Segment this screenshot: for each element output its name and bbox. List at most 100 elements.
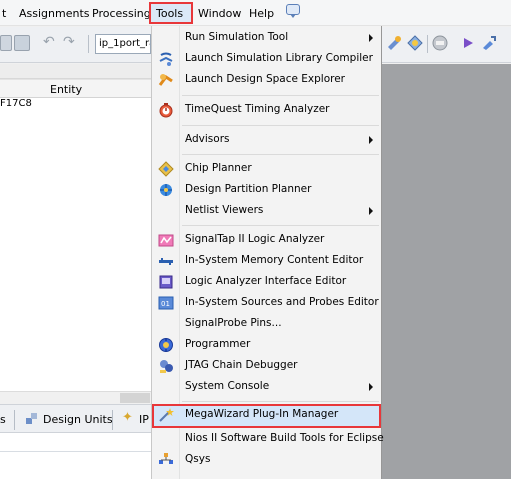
start-icon[interactable] [460,35,476,51]
menu-item-label: Logic Analyzer Interface Editor [185,275,347,287]
programmer-icon [158,337,174,353]
menu-item-megawizard-plug-in-manager[interactable]: MegaWizard Plug-In Manager [152,404,381,428]
menu-assignments[interactable]: Assignments [19,7,90,20]
entity-row-value: F17C8 [0,98,32,109]
divider [0,451,151,452]
menu-item-label: In-System Memory Content Editor [185,254,364,266]
menu-item-label: Netlist Viewers [185,204,264,216]
menu-item-design-partition-planner[interactable]: Design Partition Planner [152,179,381,201]
menu-item-nios-ii-software-build-tools[interactable]: Nios II Software Build Tools for Eclipse [152,428,384,450]
menu-help[interactable]: Help [249,7,274,20]
stopwatch-icon [158,102,174,118]
menu-item-in-system-memory-content-editor[interactable]: In-System Memory Content Editor [152,250,381,272]
menu-item-advisors[interactable]: Advisors [152,129,381,151]
analysis-synthesis-icon[interactable] [407,35,423,51]
redo-icon[interactable]: ↷ [63,34,75,50]
menu-item-qsys[interactable]: Qsys [152,449,381,471]
netlist-viewer-icon[interactable] [481,35,497,51]
entity-column-header[interactable]: Entity [0,79,151,98]
navigator-tab-strip: s Design Units ✦ IP [0,404,151,433]
workspace-background [382,64,511,479]
tab-ip-components[interactable]: IP [139,413,149,432]
sources-probes-icon: 01 [158,295,174,311]
menu-item-label: SignalProbe Pins... [185,317,282,329]
menu-tools[interactable]: Tools [149,2,193,24]
submenu-arrow-icon [369,207,373,215]
signaltap-icon [158,232,174,248]
menu-item-programmer[interactable]: Programmer [152,334,381,356]
menu-item-signaltap-ii-logic-analyzer[interactable]: SignalTap II Logic Analyzer [152,229,381,251]
menu-item-label: System Console [185,380,270,392]
menu-item-label: Chip Planner [185,162,252,174]
design-units-icon [25,412,39,431]
menu-item-label: Qsys [185,453,211,465]
menu-item-label: SignalTap II Logic Analyzer [185,233,325,245]
menu-item-system-console[interactable]: System Console [152,376,381,398]
menu-item-launch-simulation-library-compiler[interactable]: Launch Simulation Library Compiler [152,48,381,70]
menu-item-label: Advisors [185,133,230,145]
paste-icon[interactable] [14,35,30,51]
menu-bar: t Assignments Processing Tools Window He… [0,0,511,26]
stop-icon[interactable] [432,35,448,51]
copy-icon[interactable] [0,35,12,51]
menu-item-label: MegaWizard Plug-In Manager [185,408,339,420]
compile-icon[interactable] [386,35,402,51]
megawizard-icon [158,407,174,423]
toolbar-separator-2 [427,35,428,53]
submenu-arrow-icon [369,136,373,144]
menu-tools-label: Tools [156,7,184,20]
help-balloon-icon[interactable] [286,4,300,18]
menu-separator [182,225,379,226]
menu-separator [182,95,379,96]
menu-item-chip-planner[interactable]: Chip Planner [152,158,381,180]
menu-item-logic-analyzer-interface-editor[interactable]: Logic Analyzer Interface Editor [152,271,381,293]
horizontal-scrollbar[interactable] [0,391,151,404]
menu-item-label: Launch Design Space Explorer [185,73,346,85]
menu-item-run-simulation-tool[interactable]: Run Simulation Tool [152,27,381,49]
menu-item-jtag-chain-debugger[interactable]: JTAG Chain Debugger [152,355,381,377]
menu-item-netlist-viewers[interactable]: Netlist Viewers [152,200,381,222]
menu-edit-partial[interactable]: t [2,7,6,20]
submenu-arrow-icon [369,383,373,391]
ip-components-icon: ✦ [122,410,133,425]
menu-separator [182,401,379,402]
tab-separator [14,410,15,430]
panel-title-bar [0,64,151,79]
menu-window[interactable]: Window [198,7,241,20]
tools-menu: Run Simulation Tool Launch Simulation Li… [151,26,384,479]
menu-item-timequest-timing-analyzer[interactable]: TimeQuest Timing Analyzer [152,99,381,121]
jtag-icon [158,358,174,374]
tab-separator [112,410,113,430]
menu-item-in-system-sources-and-probes-editor[interactable]: 01 In-System Sources and Probes Editor [152,292,381,314]
qsys-icon [158,452,174,468]
menu-item-launch-design-space-explorer[interactable]: Launch Design Space Explorer [152,69,381,91]
tab-design-units[interactable]: Design Units [43,413,113,432]
chip-planner-icon [158,161,174,177]
scrollbar-thumb[interactable] [120,393,150,403]
menu-item-label: Run Simulation Tool [185,31,289,43]
entity-column-label: Entity [50,83,83,96]
menu-processing[interactable]: Processing [92,7,151,20]
menu-item-label: Nios II Software Build Tools for Eclipse [185,432,384,444]
tab-hierarchy-partial[interactable]: s [0,413,6,432]
menu-item-label: Launch Simulation Library Compiler [185,52,373,64]
toolbar-separator [88,35,89,53]
messages-area [0,433,151,479]
menu-item-label: In-System Sources and Probes Editor [185,296,379,308]
menu-separator [182,125,379,126]
memory-editor-icon [158,253,174,269]
design-space-icon [158,72,174,88]
svg-text:01: 01 [161,300,170,308]
menu-separator [182,154,379,155]
menu-item-label: Design Partition Planner [185,183,312,195]
undo-icon[interactable]: ↶ [43,34,55,50]
menu-item-label: JTAG Chain Debugger [185,359,298,371]
project-navigator-panel: Entity F17C8 [0,64,151,404]
sim-library-icon [158,51,174,67]
logic-analyzer-icon [158,274,174,290]
project-combo[interactable]: ip_1port_ra [95,34,151,54]
menu-item-label: TimeQuest Timing Analyzer [185,103,330,115]
project-combo-value: ip_1port_ra [99,38,151,49]
partition-planner-icon [158,182,174,198]
menu-item-signalprobe-pins[interactable]: SignalProbe Pins... [152,313,381,335]
